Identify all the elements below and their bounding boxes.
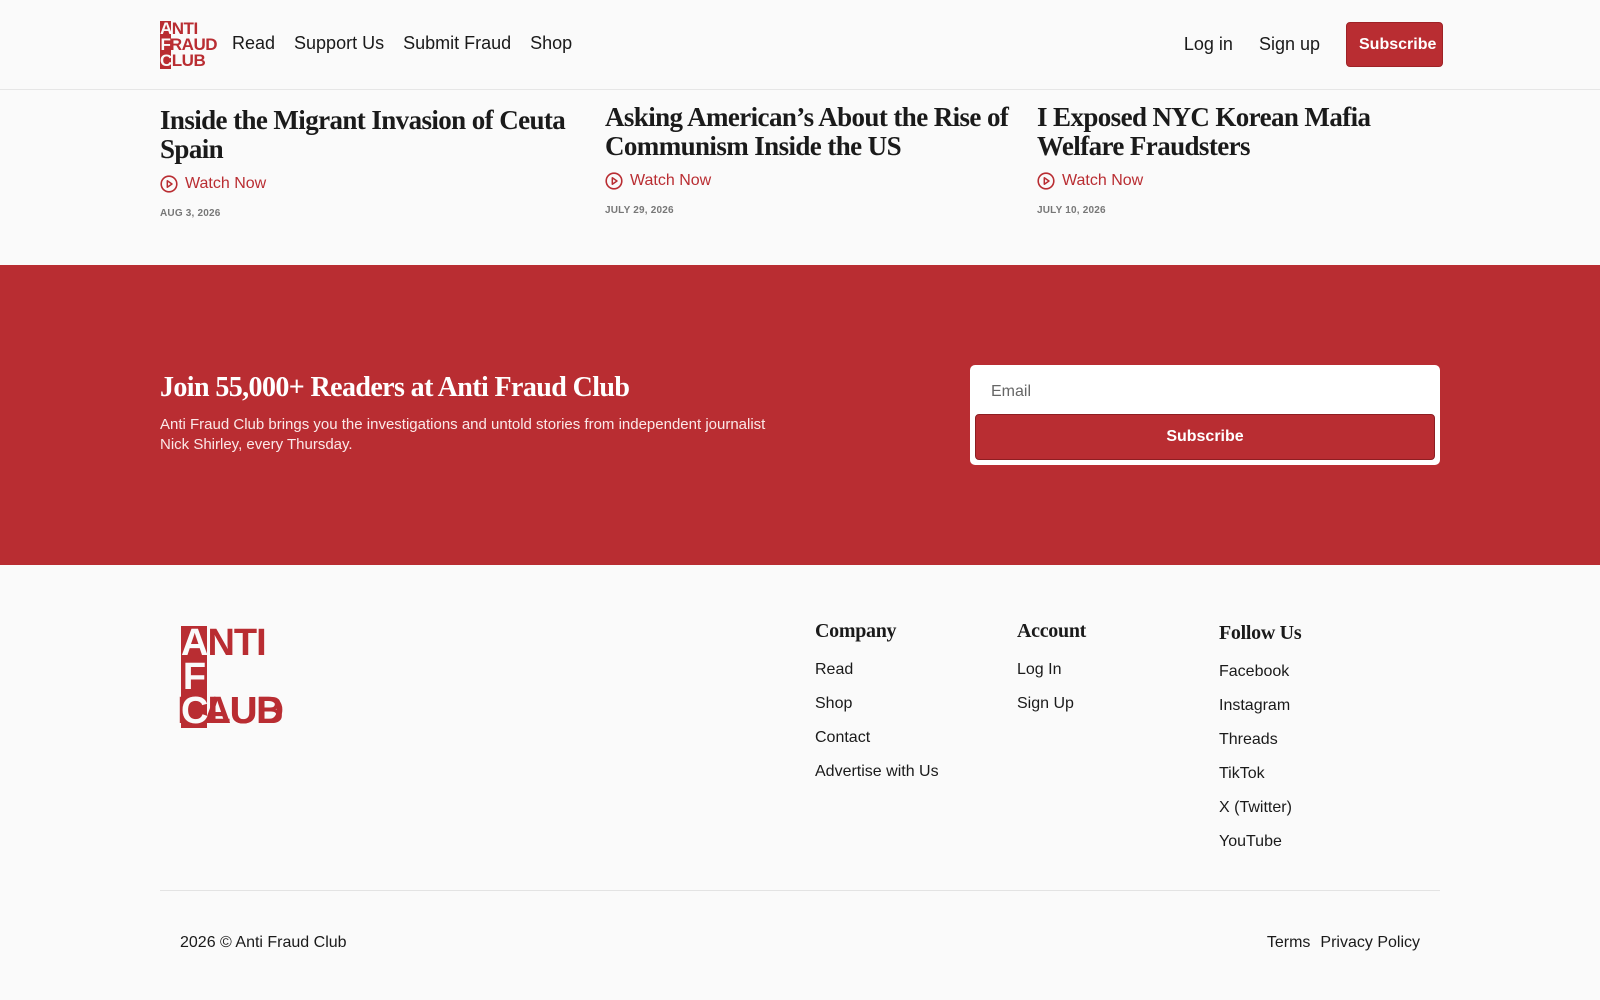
terms-link[interactable]: Terms bbox=[1267, 934, 1311, 952]
footer-link-contact[interactable]: Contact bbox=[815, 721, 939, 755]
article-date: AUG 3, 2026 bbox=[160, 208, 221, 219]
article-date: JULY 10, 2026 bbox=[1037, 205, 1106, 216]
legal-links: Terms Privacy Policy bbox=[1267, 934, 1420, 952]
article-date: JULY 29, 2026 bbox=[605, 205, 674, 216]
nav-read[interactable]: Read bbox=[232, 33, 275, 54]
footer-link-read[interactable]: Read bbox=[815, 653, 939, 687]
login-link[interactable]: Log in bbox=[1184, 34, 1233, 55]
article-card[interactable]: I Exposed NYC Korean Mafia Welfare Fraud… bbox=[1037, 103, 1457, 217]
footer-account-column: Account Log In Sign Up bbox=[1017, 620, 1086, 721]
newsletter-heading: Join 55,000+ Readers at Anti Fraud Club bbox=[160, 372, 630, 403]
watch-now-link[interactable]: Watch Now bbox=[1037, 172, 1457, 190]
newsletter-subscribe-button[interactable]: Subscribe bbox=[975, 414, 1435, 460]
logo-letter: F bbox=[181, 656, 207, 698]
site-header: AANTI FFRAUD CCLUB Read Support Us Submi… bbox=[0, 0, 1600, 90]
auth-links: Log in Sign up Subscribe bbox=[1184, 22, 1443, 67]
footer-link-signup[interactable]: Sign Up bbox=[1017, 687, 1086, 721]
main-nav: Read Support Us Submit Fraud Shop bbox=[232, 33, 591, 54]
play-circle-icon bbox=[1037, 172, 1055, 190]
footer-link-threads[interactable]: Threads bbox=[1219, 723, 1301, 757]
footer-logo[interactable]: AANTI FFRAUD CCLUB bbox=[177, 624, 301, 732]
footer-link-tiktok[interactable]: TikTok bbox=[1219, 757, 1301, 791]
header-subscribe-button[interactable]: Subscribe bbox=[1346, 22, 1443, 67]
footer-logo-line-3: CLUB bbox=[207, 690, 283, 732]
article-list: Inside the Migrant Invasion of Ceuta Spa… bbox=[160, 100, 1440, 265]
watch-now-label: Watch Now bbox=[1062, 172, 1144, 189]
footer-link-shop[interactable]: Shop bbox=[815, 687, 939, 721]
watch-now-link[interactable]: Watch Now bbox=[605, 172, 1025, 190]
footer-link-facebook[interactable]: Facebook bbox=[1219, 655, 1301, 689]
footer-link-x[interactable]: X (Twitter) bbox=[1219, 791, 1301, 825]
signup-link[interactable]: Sign up bbox=[1259, 34, 1320, 55]
watch-now-label: Watch Now bbox=[185, 175, 267, 192]
article-title[interactable]: Asking American’s About the Rise of Comm… bbox=[605, 103, 1025, 161]
newsletter-description: Anti Fraud Club brings you the investiga… bbox=[160, 416, 766, 453]
article-title[interactable]: Inside the Migrant Invasion of Ceuta Spa… bbox=[160, 106, 580, 164]
newsletter-section: Join 55,000+ Readers at Anti Fraud Club … bbox=[0, 265, 1600, 565]
logo-link[interactable]: AANTI FFRAUD CCLUB bbox=[160, 20, 218, 70]
footer-account-title: Account bbox=[1017, 620, 1087, 642]
footer-link-advertise[interactable]: Advertise with Us bbox=[815, 755, 939, 789]
play-circle-icon bbox=[605, 172, 623, 190]
newsletter-form: Subscribe bbox=[970, 365, 1440, 465]
footer-follow-column: Follow Us Facebook Instagram Threads Tik… bbox=[1219, 622, 1302, 859]
footer-link-youtube[interactable]: YouTube bbox=[1219, 825, 1301, 859]
watch-now-label: Watch Now bbox=[630, 172, 712, 189]
play-circle-icon bbox=[160, 175, 178, 193]
logo-line-3: CLUB bbox=[171, 51, 206, 70]
nav-shop[interactable]: Shop bbox=[530, 33, 572, 54]
article-card[interactable]: Asking American’s About the Rise of Comm… bbox=[605, 103, 1025, 217]
footer-divider bbox=[160, 890, 1440, 891]
footer-company-title: Company bbox=[815, 620, 897, 642]
article-card[interactable]: Inside the Migrant Invasion of Ceuta Spa… bbox=[160, 106, 580, 220]
footer-link-login[interactable]: Log In bbox=[1017, 653, 1086, 687]
copyright: 2026 © Anti Fraud Club bbox=[180, 934, 347, 951]
footer-link-instagram[interactable]: Instagram bbox=[1219, 689, 1301, 723]
privacy-policy-link[interactable]: Privacy Policy bbox=[1320, 934, 1420, 952]
email-input[interactable] bbox=[975, 370, 1435, 414]
watch-now-link[interactable]: Watch Now bbox=[160, 175, 580, 193]
footer-follow-title: Follow Us bbox=[1219, 622, 1302, 644]
article-title[interactable]: I Exposed NYC Korean Mafia Welfare Fraud… bbox=[1037, 103, 1457, 161]
nav-submit-fraud[interactable]: Submit Fraud bbox=[403, 33, 511, 54]
footer-company-column: Company Read Shop Contact Advertise with… bbox=[815, 620, 939, 789]
nav-support-us[interactable]: Support Us bbox=[294, 33, 384, 54]
